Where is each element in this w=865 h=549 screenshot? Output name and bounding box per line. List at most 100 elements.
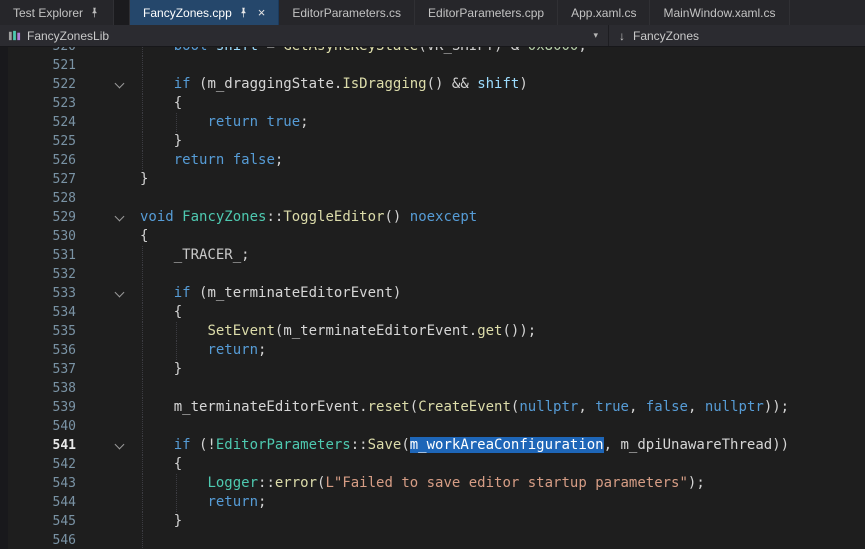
code-text[interactable]: { <box>140 455 865 474</box>
code-line-544[interactable]: 544 return; <box>0 493 865 512</box>
code-text[interactable]: { <box>140 94 865 113</box>
code-text[interactable]: if (m_terminateEditorEvent) <box>140 284 865 303</box>
code-text[interactable] <box>140 417 865 436</box>
tab-app-xaml-cs[interactable]: App.xaml.cs <box>558 0 650 25</box>
code-text[interactable]: { <box>140 227 865 246</box>
code-line-531[interactable]: 531 _TRACER_; <box>0 246 865 265</box>
fold-chevron-icon[interactable] <box>114 287 124 297</box>
line-number[interactable]: 544 <box>0 493 84 512</box>
code-line-534[interactable]: 534 { <box>0 303 865 322</box>
line-number[interactable]: 528 <box>0 189 84 208</box>
code-text[interactable] <box>140 189 865 208</box>
code-text[interactable]: { <box>140 303 865 322</box>
code-text[interactable]: } <box>140 132 865 151</box>
code-line-526[interactable]: 526 return false; <box>0 151 865 170</box>
code-text[interactable]: SetEvent(m_terminateEditorEvent.get()); <box>140 322 865 341</box>
code-text[interactable] <box>140 56 865 75</box>
code-line-529[interactable]: 529 void FancyZones::ToggleEditor() noexc… <box>0 208 865 227</box>
fold-chevron-icon[interactable] <box>114 439 124 449</box>
code-line-541[interactable]: 541 if (!EditorParameters::Save(m_workAr… <box>0 436 865 455</box>
line-number[interactable]: 538 <box>0 379 84 398</box>
line-number[interactable]: 532 <box>0 265 84 284</box>
code-line-523[interactable]: 523 { <box>0 94 865 113</box>
code-line-522[interactable]: 522 if (m_draggingState.IsDragging() && … <box>0 75 865 94</box>
tab-editorparameters-cs[interactable]: EditorParameters.cs <box>279 0 415 25</box>
code-text[interactable]: } <box>140 170 865 189</box>
pin-icon[interactable] <box>238 7 249 18</box>
project-dropdown[interactable]: FancyZonesLib ▾ <box>0 25 608 46</box>
line-number[interactable]: 541 <box>0 436 84 455</box>
code-text[interactable]: } <box>140 512 865 531</box>
line-number[interactable]: 535 <box>0 322 84 341</box>
line-number[interactable]: 522 <box>0 75 84 94</box>
member-dropdown[interactable]: ↓ FancyZones <box>609 25 865 46</box>
code-line-528[interactable]: 528 <box>0 189 865 208</box>
code-text[interactable]: Logger::error(L"Failed to save editor st… <box>140 474 865 493</box>
line-number[interactable]: 536 <box>0 341 84 360</box>
line-number[interactable]: 543 <box>0 474 84 493</box>
line-number[interactable]: 523 <box>0 94 84 113</box>
code-line-524[interactable]: 524 return true; <box>0 113 865 132</box>
line-number[interactable]: 537 <box>0 360 84 379</box>
code-line-532[interactable]: 532 <box>0 265 865 284</box>
line-number[interactable]: 534 <box>0 303 84 322</box>
code-text[interactable]: return true; <box>140 113 865 132</box>
code-text[interactable]: _TRACER_; <box>140 246 865 265</box>
code-line-520[interactable]: 520 bool shift = GetAsyncKeyState(VK_SHI… <box>0 47 865 56</box>
line-number[interactable]: 527 <box>0 170 84 189</box>
code-text[interactable]: if (!EditorParameters::Save(m_workAreaCo… <box>140 436 865 455</box>
code-text[interactable]: return; <box>140 341 865 360</box>
code-text[interactable]: m_terminateEditorEvent.reset(CreateEvent… <box>140 398 865 417</box>
code-line-540[interactable]: 540 <box>0 417 865 436</box>
line-number[interactable]: 526 <box>0 151 84 170</box>
line-number[interactable]: 521 <box>0 56 84 75</box>
line-number[interactable]: 546 <box>0 531 84 549</box>
tab-test-explorer[interactable]: Test Explorer <box>0 0 114 25</box>
code-text[interactable] <box>140 265 865 284</box>
line-number[interactable]: 533 <box>0 284 84 303</box>
code-line-543[interactable]: 543 Logger::error(L"Failed to save edito… <box>0 474 865 493</box>
code-editor[interactable]: 520 bool shift = GetAsyncKeyState(VK_SHI… <box>0 47 865 549</box>
fold-margin[interactable] <box>84 75 140 94</box>
line-number[interactable]: 531 <box>0 246 84 265</box>
close-icon[interactable]: × <box>258 6 266 19</box>
code-line-545[interactable]: 545 } <box>0 512 865 531</box>
code-line-525[interactable]: 525 } <box>0 132 865 151</box>
code-text[interactable]: return false; <box>140 151 865 170</box>
code-text[interactable]: } <box>140 360 865 379</box>
code-line-538[interactable]: 538 <box>0 379 865 398</box>
fold-margin[interactable] <box>84 436 140 455</box>
line-number[interactable]: 530 <box>0 227 84 246</box>
code-line-533[interactable]: 533 if (m_terminateEditorEvent) <box>0 284 865 303</box>
code-line-536[interactable]: 536 return; <box>0 341 865 360</box>
line-number[interactable]: 545 <box>0 512 84 531</box>
code-text[interactable]: bool shift = GetAsyncKeyState(VK_SHIFT) … <box>140 47 865 56</box>
code-text[interactable]: return; <box>140 493 865 512</box>
chevron-down-icon[interactable]: ▾ <box>593 30 600 41</box>
fold-margin[interactable] <box>84 208 140 227</box>
line-number[interactable]: 524 <box>0 113 84 132</box>
fold-margin[interactable] <box>84 284 140 303</box>
line-number[interactable]: 525 <box>0 132 84 151</box>
code-line-537[interactable]: 537 } <box>0 360 865 379</box>
code-line-542[interactable]: 542 { <box>0 455 865 474</box>
code-line-521[interactable]: 521 <box>0 56 865 75</box>
fold-chevron-icon[interactable] <box>114 78 124 88</box>
line-number[interactable]: 520 <box>0 47 84 56</box>
fold-chevron-icon[interactable] <box>114 211 124 221</box>
line-number[interactable]: 540 <box>0 417 84 436</box>
line-number[interactable]: 542 <box>0 455 84 474</box>
code-text[interactable]: void FancyZones::ToggleEditor() noexcept <box>140 208 865 227</box>
code-text[interactable]: if (m_draggingState.IsDragging() && shif… <box>140 75 865 94</box>
code-text[interactable] <box>140 531 865 549</box>
code-line-539[interactable]: 539 m_terminateEditorEvent.reset(CreateE… <box>0 398 865 417</box>
tab-mainwindow-xaml-cs[interactable]: MainWindow.xaml.cs <box>650 0 789 25</box>
tab-editorparameters-cpp[interactable]: EditorParameters.cpp <box>415 0 558 25</box>
tab-fancyzones-cpp[interactable]: FancyZones.cpp × <box>130 0 279 25</box>
pin-icon[interactable] <box>89 7 100 18</box>
code-text[interactable] <box>140 379 865 398</box>
code-line-535[interactable]: 535 SetEvent(m_terminateEditorEvent.get(… <box>0 322 865 341</box>
code-line-530[interactable]: 530 { <box>0 227 865 246</box>
code-line-546[interactable]: 546 <box>0 531 865 549</box>
line-number[interactable]: 529 <box>0 208 84 227</box>
